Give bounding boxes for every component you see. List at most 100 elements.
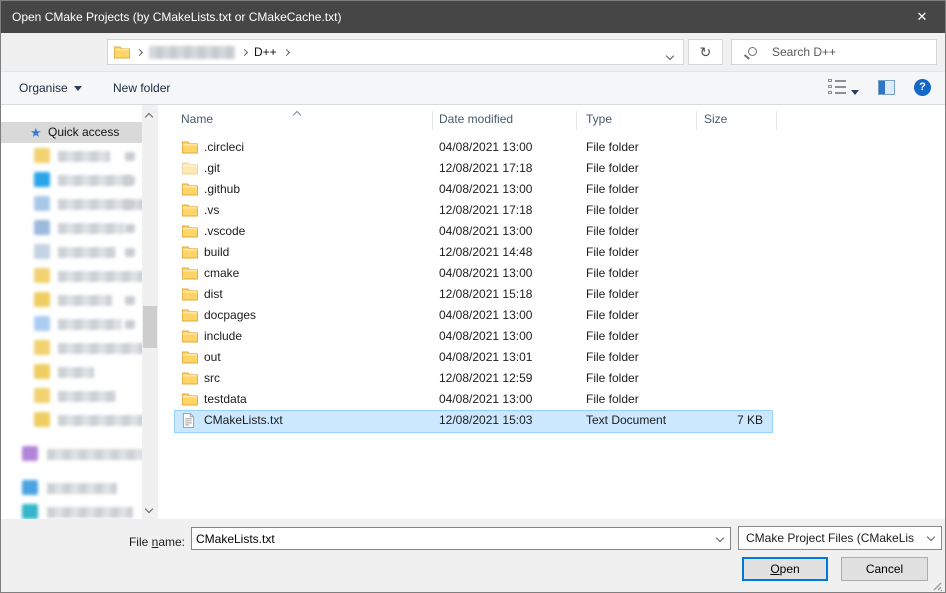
open-file-dialog: Open CMake Projects (by CMakeLists.txt o… [0,0,946,593]
file-row[interactable]: out 04/08/2021 13:01 File folder [158,347,945,368]
resize-grip[interactable] [931,580,943,592]
file-type: File folder [586,308,639,322]
file-row[interactable]: dist 12/08/2021 15:18 File folder [158,284,945,305]
sidebar-item-redacted[interactable] [1,169,142,193]
open-button[interactable]: Open [742,557,828,581]
file-name-combo [191,527,731,550]
preview-pane-icon[interactable] [878,80,895,95]
file-row[interactable]: src 12/08/2021 12:59 File folder [158,368,945,389]
help-button[interactable]: ? [914,79,931,96]
file-name-dropdown-icon[interactable] [715,533,725,543]
file-name-input[interactable] [196,529,701,548]
file-row[interactable]: include 04/08/2021 13:00 File folder [158,326,945,347]
sidebar-item-redacted[interactable] [1,409,142,433]
search-box[interactable] [731,39,937,65]
file-name: .circleci [204,140,245,154]
pin-icon [125,200,135,209]
scroll-down-icon[interactable] [144,501,154,515]
sidebar-item-redacted[interactable] [1,477,142,501]
file-row[interactable]: testdata 04/08/2021 13:00 File folder [158,389,945,410]
refresh-button[interactable]: ↻ [688,39,723,65]
file-type: File folder [586,182,639,196]
sidebar-item-label-redacted [58,391,116,402]
file-row[interactable]: .vscode 04/08/2021 13:00 File folder [158,221,945,242]
file-row[interactable]: .github 04/08/2021 13:00 File folder [158,179,945,200]
file-type: File folder [586,140,639,154]
file-date-modified: 04/08/2021 13:00 [439,392,533,406]
sidebar-item-redacted[interactable] [1,145,142,169]
sidebar-item-redacted[interactable] [1,443,142,467]
column-header-date-modified[interactable]: Date modified [439,112,513,126]
sidebar-item-label-redacted [47,507,133,518]
file-row[interactable]: cmake 04/08/2021 13:00 File folder [158,263,945,284]
search-icon [748,47,757,56]
breadcrumb-separator-icon [240,48,249,56]
address-bar[interactable]: D++ [107,39,684,65]
address-dropdown-icon[interactable] [659,42,681,62]
file-row[interactable]: build 12/08/2021 14:48 File folder [158,242,945,263]
sidebar-item-redacted[interactable] [1,289,142,313]
pin-icon [125,152,135,161]
search-input[interactable] [772,41,932,63]
sidebar-item-redacted[interactable] [1,217,142,241]
file-name: .vs [204,203,220,217]
column-header-name[interactable]: Name [181,112,213,126]
cancel-button[interactable]: Cancel [841,557,928,581]
file-row[interactable]: .vs 12/08/2021 17:18 File folder [158,200,945,221]
breadcrumb-segment[interactable]: D++ [254,45,277,59]
scroll-up-icon[interactable] [144,109,154,123]
new-folder-button[interactable]: New folder [113,72,170,104]
sidebar-item-redacted[interactable] [1,501,142,519]
file-row[interactable]: docpages 04/08/2021 13:00 File folder [158,305,945,326]
folder-icon [182,246,198,259]
file-date-modified: 04/08/2021 13:00 [439,140,533,154]
sidebar-item-redacted[interactable] [1,361,142,385]
file-type-filter-value: CMake Project Files (CMakeLis [746,531,915,545]
breadcrumb-segment-redacted[interactable] [149,45,235,59]
folder-icon [34,388,50,403]
computer-icon [22,480,38,495]
organise-button[interactable]: Organise [19,72,82,104]
dialog-footer: File name: CMake Project Files (CMakeLis… [1,519,945,592]
file-type: File folder [586,203,639,217]
sidebar-scrollbar[interactable] [142,105,158,519]
file-type: File folder [586,371,639,385]
breadcrumb-separator-icon [135,48,144,56]
file-date-modified: 12/08/2021 14:48 [439,245,533,259]
navigation-bar: ← → ↑ D++ ↻ [1,33,945,98]
folder-icon [34,316,50,331]
file-row[interactable]: .circleci 04/08/2021 13:00 File folder [158,137,945,158]
sidebar-item-redacted[interactable] [1,337,142,361]
file-date-modified: 04/08/2021 13:00 [439,224,533,238]
sidebar-item-redacted[interactable] [1,193,142,217]
file-date-modified: 12/08/2021 17:18 [439,203,533,217]
column-header-size[interactable]: Size [704,112,727,126]
sidebar-item-redacted[interactable] [1,265,142,289]
file-type-filter-select[interactable]: CMake Project Files (CMakeLis [738,526,942,550]
sidebar-item-redacted[interactable] [1,385,142,409]
change-view-button[interactable] [828,79,848,97]
folder-icon [182,204,198,217]
file-date-modified: 12/08/2021 15:18 [439,287,533,301]
pictures-icon [34,244,50,259]
sort-ascending-icon [292,110,302,120]
file-name: out [204,350,221,364]
file-size: 7 KB [736,413,763,427]
sidebar-item-redacted[interactable] [1,313,142,337]
file-row[interactable]: .git 12/08/2021 17:18 File folder [158,158,945,179]
folder-icon [182,141,198,154]
close-icon[interactable]: ✕ [899,1,945,33]
scrollbar-thumb[interactable] [143,306,157,348]
file-name: .github [204,182,241,196]
breadcrumb-separator-icon [282,48,290,56]
file-date-modified: 04/08/2021 13:01 [439,350,533,364]
views-dropdown-icon[interactable] [851,85,859,99]
column-header-type[interactable]: Type [586,112,612,126]
folder-icon [34,340,50,355]
sidebar-item-redacted[interactable] [1,241,142,265]
sidebar-item-quick-access[interactable]: ★ Quick access [1,122,142,143]
folder-icon [182,393,198,406]
file-row[interactable]: CMakeLists.txt 12/08/2021 15:03 Text Doc… [158,410,945,433]
file-type: File folder [586,350,639,364]
command-bar: Organise New folder ? [1,71,945,105]
